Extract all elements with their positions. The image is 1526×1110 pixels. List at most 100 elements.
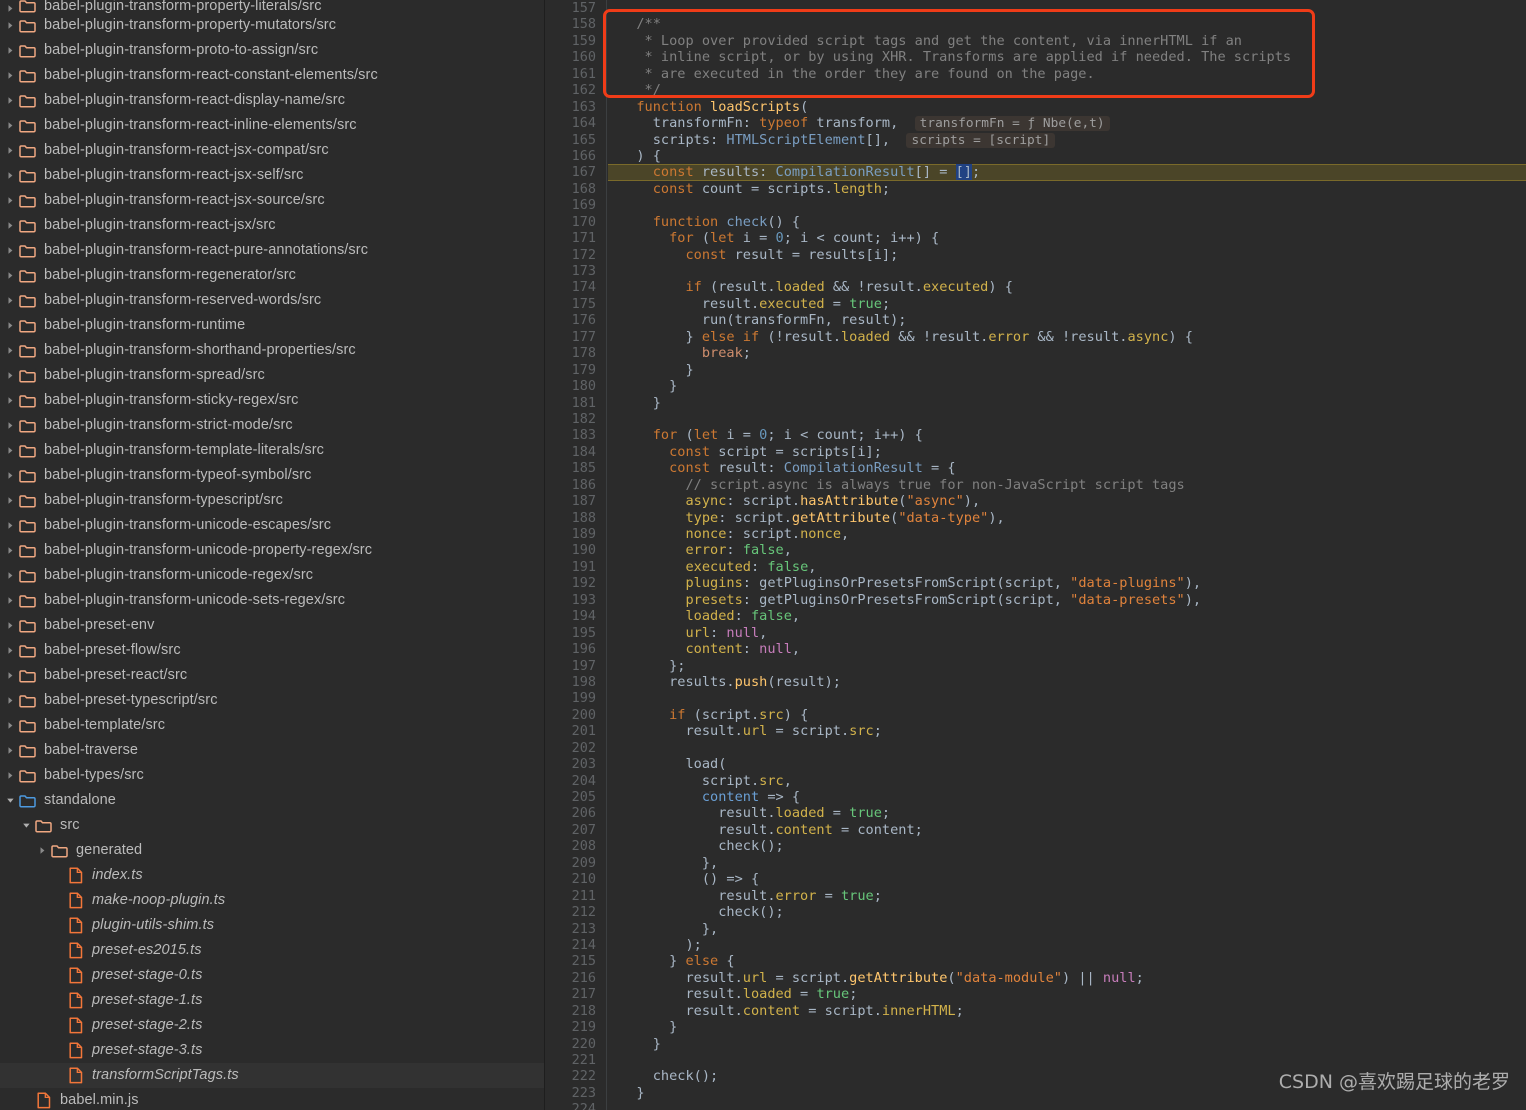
tree-folder-item[interactable]: generated (0, 838, 544, 863)
code-line[interactable] (608, 197, 1526, 213)
tree-folder-item[interactable]: babel-plugin-transform-spread/src (0, 363, 544, 388)
code-line[interactable]: const result: CompilationResult = { (608, 460, 1526, 476)
tree-folder-item[interactable]: babel-plugin-transform-react-jsx-source/… (0, 188, 544, 213)
code-line[interactable]: nonce: script.nonce, (608, 526, 1526, 542)
chevron-right-icon[interactable] (4, 596, 17, 605)
code-line[interactable]: type: script.getAttribute("data-type"), (608, 510, 1526, 526)
code-content[interactable]: /** * Loop over provided script tags and… (608, 0, 1526, 1110)
code-line[interactable]: result.loaded = true; (608, 805, 1526, 821)
code-line[interactable]: /** (608, 16, 1526, 32)
code-line[interactable]: function loadScripts( (608, 99, 1526, 115)
tree-folder-item[interactable]: babel-preset-flow/src (0, 638, 544, 663)
code-line[interactable]: * Loop over provided script tags and get… (608, 33, 1526, 49)
tree-folder-item[interactable]: standalone (0, 788, 544, 813)
code-line[interactable]: error: false, (608, 542, 1526, 558)
code-line[interactable]: script.src, (608, 773, 1526, 789)
tree-file-item[interactable]: preset-stage-2.ts (0, 1013, 544, 1038)
code-line[interactable]: result.executed = true; (608, 296, 1526, 312)
tree-folder-item[interactable]: babel-plugin-transform-react-inline-elem… (0, 113, 544, 138)
tree-folder-item[interactable]: babel-plugin-transform-react-jsx-compat/… (0, 138, 544, 163)
code-line[interactable]: }; (608, 658, 1526, 674)
tree-folder-item[interactable]: babel-plugin-transform-runtime (0, 313, 544, 338)
code-line[interactable]: result.content = script.innerHTML; (608, 1003, 1526, 1019)
code-line[interactable]: function check() { (608, 214, 1526, 230)
chevron-right-icon[interactable] (4, 746, 17, 755)
code-line[interactable]: check(); (608, 904, 1526, 920)
chevron-right-icon[interactable] (4, 346, 17, 355)
code-line[interactable]: transformFn: typeof transform, transform… (608, 115, 1526, 132)
code-line[interactable]: result.url = script.src; (608, 723, 1526, 739)
code-line[interactable] (608, 1101, 1526, 1110)
chevron-right-icon[interactable] (4, 4, 17, 13)
chevron-right-icon[interactable] (4, 671, 17, 680)
code-editor-panel[interactable]: 157 158 159 160 161 162 163 164 165 166 167 168 169 1… (545, 0, 1526, 1110)
chevron-right-icon[interactable] (4, 396, 17, 405)
code-line[interactable]: * inline script, or by using XHR. Transf… (608, 49, 1526, 65)
tree-folder-item[interactable]: babel-plugin-transform-reserved-words/sr… (0, 288, 544, 313)
tree-file-item[interactable]: plugin-utils-shim.ts (0, 913, 544, 938)
chevron-right-icon[interactable] (4, 621, 17, 630)
tree-folder-item[interactable]: babel-plugin-transform-sticky-regex/src (0, 388, 544, 413)
code-line[interactable]: results.push(result); (608, 674, 1526, 690)
code-line[interactable]: */ (608, 82, 1526, 98)
chevron-right-icon[interactable] (4, 121, 17, 130)
code-line[interactable]: content => { (608, 789, 1526, 805)
tree-file-item[interactable]: babel.min.js (0, 1088, 544, 1110)
code-line[interactable]: async: script.hasAttribute("async"), (608, 493, 1526, 509)
code-line[interactable] (608, 411, 1526, 427)
tree-folder-item[interactable]: babel-plugin-transform-typeof-symbol/src (0, 463, 544, 488)
tree-folder-item[interactable]: babel-plugin-transform-react-jsx/src (0, 213, 544, 238)
code-line[interactable]: const script = scripts[i]; (608, 444, 1526, 460)
tree-folder-item[interactable]: babel-plugin-transform-strict-mode/src (0, 413, 544, 438)
tree-folder-item[interactable]: babel-plugin-transform-template-literals… (0, 438, 544, 463)
code-line[interactable]: const results: CompilationResult[] = []; (608, 164, 1526, 181)
chevron-right-icon[interactable] (4, 21, 17, 30)
code-line[interactable]: content: null, (608, 641, 1526, 657)
code-line[interactable]: url: null, (608, 625, 1526, 641)
tree-file-item[interactable]: make-noop-plugin.ts (0, 888, 544, 913)
code-line[interactable] (608, 740, 1526, 756)
code-line[interactable] (608, 1052, 1526, 1068)
code-line[interactable]: result.error = true; (608, 888, 1526, 904)
code-line[interactable]: result.loaded = true; (608, 986, 1526, 1002)
chevron-right-icon[interactable] (4, 71, 17, 80)
code-line[interactable]: presets: getPluginsOrPresetsFromScript(s… (608, 592, 1526, 608)
code-line[interactable]: break; (608, 345, 1526, 361)
tree-folder-item[interactable]: babel-plugin-transform-react-constant-el… (0, 63, 544, 88)
tree-folder-item[interactable]: babel-plugin-transform-unicode-property-… (0, 538, 544, 563)
tree-folder-item[interactable]: babel-plugin-transform-react-display-nam… (0, 88, 544, 113)
chevron-right-icon[interactable] (4, 571, 17, 580)
tree-folder-item[interactable]: babel-plugin-transform-property-literals… (0, 0, 544, 13)
code-line[interactable]: } (608, 378, 1526, 394)
code-line[interactable]: }, (608, 855, 1526, 871)
tree-folder-item[interactable]: babel-plugin-transform-shorthand-propert… (0, 338, 544, 363)
chevron-right-icon[interactable] (4, 521, 17, 530)
tree-folder-item[interactable]: babel-plugin-transform-property-mutators… (0, 13, 544, 38)
code-line[interactable]: } (608, 1036, 1526, 1052)
chevron-right-icon[interactable] (4, 271, 17, 280)
code-line[interactable]: loaded: false, (608, 608, 1526, 624)
code-line[interactable]: ) { (608, 148, 1526, 164)
tree-file-item[interactable]: preset-stage-1.ts (0, 988, 544, 1013)
tree-file-item[interactable]: preset-es2015.ts (0, 938, 544, 963)
chevron-down-icon[interactable] (4, 796, 17, 805)
project-tree[interactable]: babel-plugin-transform-property-literals… (0, 0, 544, 1110)
chevron-right-icon[interactable] (4, 771, 17, 780)
code-line[interactable]: result.url = script.getAttribute("data-m… (608, 970, 1526, 986)
chevron-right-icon[interactable] (4, 46, 17, 55)
chevron-down-icon[interactable] (20, 821, 33, 830)
code-line[interactable] (608, 0, 1526, 16)
tree-file-item[interactable]: preset-stage-3.ts (0, 1038, 544, 1063)
chevron-right-icon[interactable] (4, 446, 17, 455)
chevron-right-icon[interactable] (4, 196, 17, 205)
tree-folder-item[interactable]: babel-plugin-transform-unicode-escapes/s… (0, 513, 544, 538)
code-line[interactable]: } (608, 1019, 1526, 1035)
chevron-right-icon[interactable] (4, 171, 17, 180)
chevron-right-icon[interactable] (4, 321, 17, 330)
code-line[interactable]: const count = scripts.length; (608, 181, 1526, 197)
code-line[interactable]: } (608, 395, 1526, 411)
code-line[interactable]: const result = results[i]; (608, 247, 1526, 263)
code-line[interactable]: () => { (608, 871, 1526, 887)
chevron-right-icon[interactable] (4, 96, 17, 105)
tree-folder-item[interactable]: babel-preset-typescript/src (0, 688, 544, 713)
